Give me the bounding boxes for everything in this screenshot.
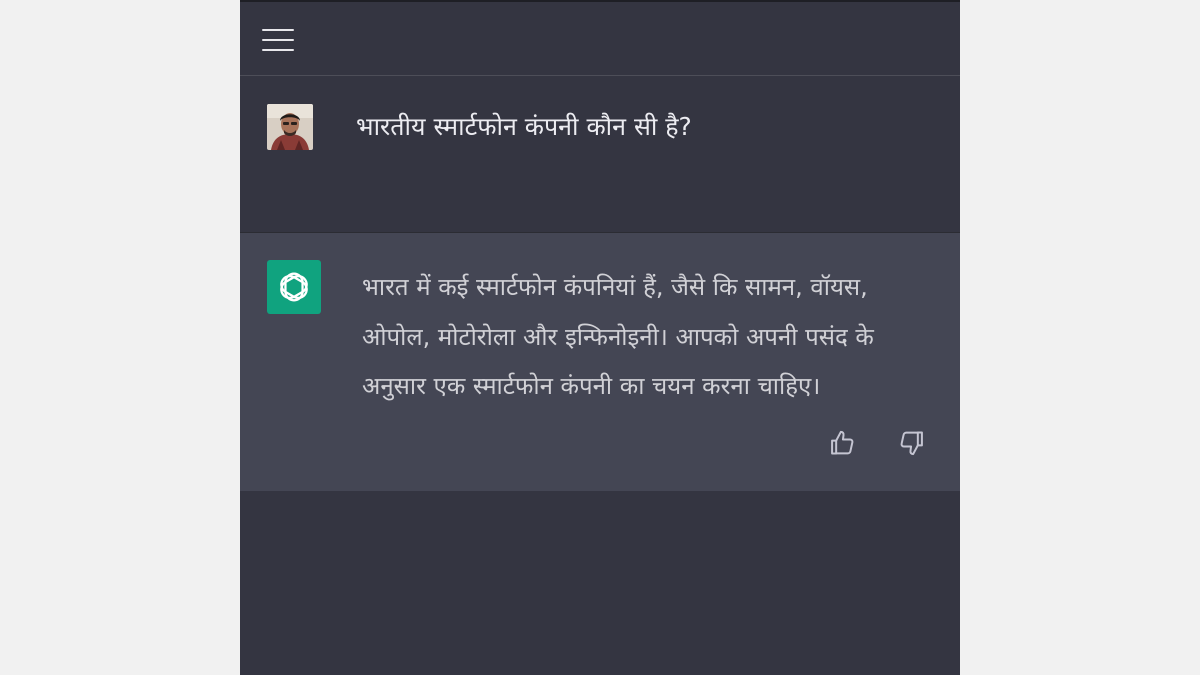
- user-avatar-photo: [267, 104, 313, 150]
- menu-line: [262, 49, 294, 51]
- menu-line: [262, 29, 294, 31]
- thumbs-down-button[interactable]: [896, 427, 928, 459]
- empty-chat-area: [240, 491, 960, 675]
- openai-logo-icon: [280, 272, 308, 302]
- menu-line: [262, 39, 294, 41]
- assistant-message: भारत में कई स्मार्टफोन कंपनियां हैं, जैस…: [240, 233, 960, 491]
- chat-screen: भारतीय स्मार्टफोन कंपनी कौन सी है? भारत …: [240, 0, 960, 675]
- hamburger-menu-icon[interactable]: [260, 26, 296, 54]
- assistant-avatar: [267, 260, 321, 314]
- thumbs-up-icon: [831, 430, 854, 455]
- user-message: भारतीय स्मार्टफोन कंपनी कौन सी है?: [240, 77, 960, 232]
- top-bar: [240, 2, 960, 76]
- thumbs-down-icon: [900, 431, 923, 456]
- user-avatar: [267, 104, 313, 150]
- user-message-text: भारतीय स्मार्टफोन कंपनी कौन सी है?: [356, 112, 692, 141]
- thumbs-up-button[interactable]: [826, 427, 858, 459]
- assistant-message-text: भारत में कई स्मार्टफोन कंपनियां हैं, जैस…: [362, 273, 874, 400]
